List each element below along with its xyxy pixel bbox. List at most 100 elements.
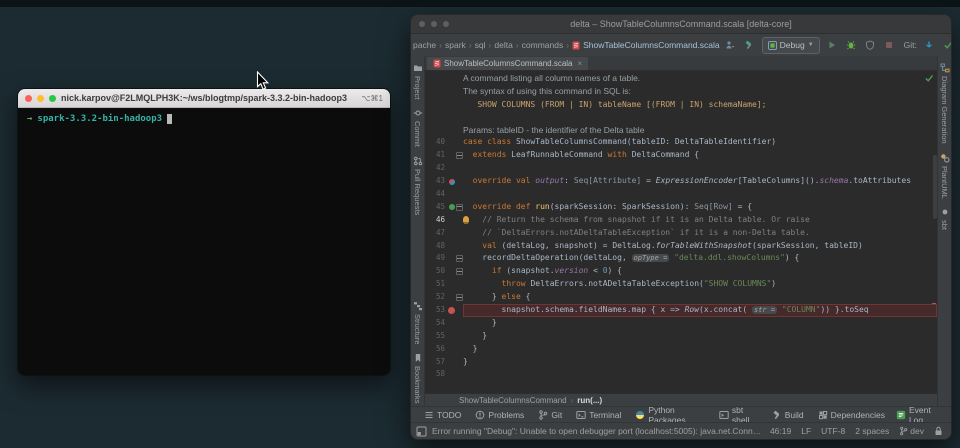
gutter[interactable]: 55: [425, 330, 463, 343]
caret-position[interactable]: 46:19: [770, 426, 791, 436]
breadcrumb-item[interactable]: pache: [413, 40, 436, 50]
code-line[interactable]: 57}: [425, 356, 937, 369]
tool-window-button-dependencies[interactable]: Dependencies: [811, 410, 892, 420]
tool-window-button-build[interactable]: Build: [765, 410, 811, 420]
gutter[interactable]: [425, 111, 463, 124]
git-update-button[interactable]: [923, 39, 936, 52]
code-line[interactable]: 42: [425, 162, 937, 175]
gutter[interactable]: 56: [425, 343, 463, 356]
minimize-button[interactable]: [37, 95, 44, 102]
close-button[interactable]: [25, 95, 32, 102]
code-line[interactable]: 50 if (snapshot.version < 0) {: [425, 265, 937, 278]
profile-icon[interactable]: [724, 39, 737, 52]
gutter[interactable]: 47: [425, 227, 463, 240]
ide-titlebar[interactable]: delta – ShowTableColumnsCommand.scala [d…: [411, 15, 951, 34]
doc-comment-line[interactable]: A command listing all column names of a …: [425, 72, 937, 85]
ide-window[interactable]: delta – ShowTableColumnsCommand.scala [d…: [410, 14, 952, 440]
code-line[interactable]: 56 }: [425, 343, 937, 356]
run-configuration-select[interactable]: Debug ▼: [762, 37, 820, 54]
code-line[interactable]: 52 } else {: [425, 291, 937, 304]
tool-stripe-button-pull-requests[interactable]: Pull Requests: [413, 149, 423, 217]
file-encoding[interactable]: UTF-8: [821, 426, 845, 436]
coverage-button[interactable]: [864, 39, 877, 52]
zoom-button[interactable]: [443, 21, 449, 27]
close-button[interactable]: [419, 21, 425, 27]
gutter[interactable]: 40: [425, 136, 463, 149]
minimize-button[interactable]: [431, 21, 437, 27]
code-line[interactable]: 45 override def run(sparkSession: SparkS…: [425, 201, 937, 214]
tab-showtablecolumnscommand[interactable]: ShowTableColumnsCommand.scala ×: [427, 57, 588, 70]
gutter[interactable]: 53: [425, 304, 463, 317]
tool-window-button-git[interactable]: Git: [531, 410, 569, 420]
gutter[interactable]: 50: [425, 265, 463, 278]
terminal-titlebar[interactable]: nick.karpov@F2LMQLPH3K:~/ws/blogtmp/spar…: [18, 89, 390, 108]
tool-window-button-problems[interactable]: Problems: [468, 410, 531, 420]
breadcrumb-class[interactable]: ShowTableColumnsCommand: [459, 396, 567, 405]
zoom-button[interactable]: [49, 95, 56, 102]
code-line[interactable]: 46 // Return the schema from snapshot if…: [425, 214, 937, 227]
tool-stripe-button-structure[interactable]: Structure: [413, 294, 423, 346]
code-line[interactable]: 43 override val output: Seq[Attribute] =…: [425, 175, 937, 188]
breadcrumb-member[interactable]: run(...): [577, 396, 602, 405]
doc-comment-line[interactable]: SHOW COLUMNS (FROM | IN) tableName [(FRO…: [425, 98, 937, 111]
gutter[interactable]: [425, 124, 463, 137]
code-line[interactable]: 48 val (deltaLog, snapshot) = DeltaLog.f…: [425, 240, 937, 253]
gutter[interactable]: 52: [425, 291, 463, 304]
gutter[interactable]: 41: [425, 149, 463, 162]
build-project-button[interactable]: [743, 39, 756, 52]
git-commit-button[interactable]: [942, 39, 952, 52]
lock-icon[interactable]: [934, 426, 943, 436]
code-line[interactable]: 54 }: [425, 317, 937, 330]
fold-icon[interactable]: [456, 294, 463, 301]
indent-style[interactable]: 2 spaces: [855, 426, 889, 436]
gutter[interactable]: 44: [425, 188, 463, 201]
gutter[interactable]: [425, 98, 463, 111]
gutter[interactable]: 48: [425, 240, 463, 253]
tool-stripe-button-bookmarks[interactable]: Bookmarks: [413, 346, 423, 406]
code-line[interactable]: 51 throw DeltaErrors.notADeltaTableExcep…: [425, 278, 937, 291]
line-separator[interactable]: LF: [801, 426, 811, 436]
run-button[interactable]: [826, 39, 839, 52]
override-multi-icon[interactable]: [449, 179, 455, 185]
code-line[interactable]: 58: [425, 368, 937, 381]
doc-comment-line[interactable]: [425, 111, 937, 124]
code-line[interactable]: 47 // `DeltaErrors.notADeltaTableExcepti…: [425, 227, 937, 240]
gutter[interactable]: 54: [425, 317, 463, 330]
gutter[interactable]: 57: [425, 356, 463, 369]
gutter[interactable]: 46: [425, 214, 463, 227]
terminal-body[interactable]: → spark-3.3.2-bin-hadoop3: [18, 108, 390, 375]
fold-icon[interactable]: [456, 268, 463, 275]
tool-window-button-todo[interactable]: TODO: [417, 410, 468, 420]
breadcrumb-item[interactable]: spark: [445, 40, 466, 50]
tool-stripe-button-sbt[interactable]: sbt: [940, 200, 950, 232]
tool-stripe-button-project[interactable]: Project: [413, 56, 423, 101]
close-icon[interactable]: ×: [578, 59, 583, 68]
override-green-icon[interactable]: [449, 204, 455, 210]
gutter[interactable]: 58: [425, 368, 463, 381]
code-line[interactable]: 49 recordDeltaOperation(deltaLog, opType…: [425, 252, 937, 265]
code-editor[interactable]: A command listing all column names of a …: [425, 71, 937, 393]
tool-windows-icon[interactable]: [416, 426, 427, 437]
doc-comment-line[interactable]: Params: tableID - the identifier of the …: [425, 124, 937, 137]
stop-button[interactable]: [883, 39, 896, 52]
fold-icon[interactable]: [456, 255, 463, 262]
status-message[interactable]: Error running "Debug": Unable to open de…: [432, 426, 762, 436]
code-line[interactable]: 40case class ShowTableColumnsCommand(tab…: [425, 136, 937, 149]
gutter[interactable]: 42: [425, 162, 463, 175]
code-line[interactable]: 55 }: [425, 330, 937, 343]
code-line[interactable]: 53 snapshot.schema.fieldNames.map { x =>…: [425, 304, 937, 317]
gutter[interactable]: [425, 85, 463, 98]
breadcrumb-item[interactable]: ShowTableColumnsCommand.scala: [572, 40, 720, 50]
gutter[interactable]: 45: [425, 201, 463, 214]
terminal-window[interactable]: nick.karpov@F2LMQLPH3K:~/ws/blogtmp/spar…: [17, 88, 391, 376]
debug-button[interactable]: [845, 39, 858, 52]
gutter[interactable]: [425, 72, 463, 85]
tool-stripe-button-commit[interactable]: Commit: [413, 101, 423, 149]
breadcrumb-item[interactable]: delta: [494, 40, 512, 50]
breadcrumb-item[interactable]: commands: [522, 40, 564, 50]
breakpoint-icon[interactable]: [448, 307, 455, 314]
git-branch-widget[interactable]: dev: [899, 426, 924, 436]
doc-comment-line[interactable]: The syntax of using this command in SQL …: [425, 85, 937, 98]
intention-bulb-icon[interactable]: [463, 216, 469, 223]
tool-stripe-button-diagram-generation[interactable]: Diagram Generation: [940, 56, 950, 146]
